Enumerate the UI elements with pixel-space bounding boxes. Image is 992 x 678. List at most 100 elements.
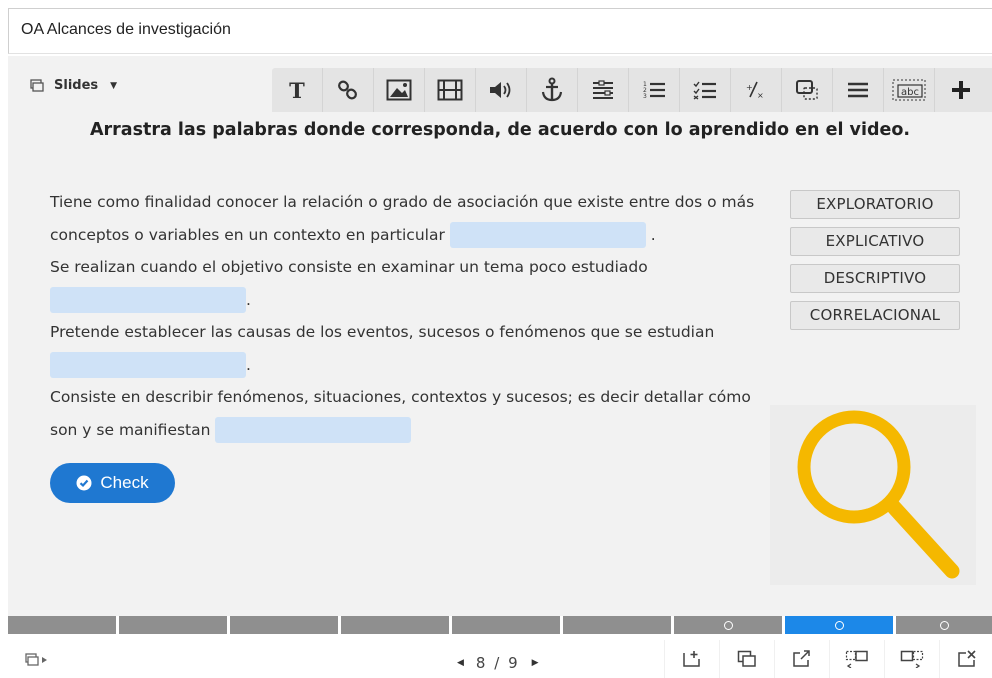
previous-page-icon[interactable]: ◀ xyxy=(457,658,464,668)
progress-segment[interactable] xyxy=(452,616,560,634)
delete-slide-button[interactable] xyxy=(939,640,992,678)
drop-zone[interactable] xyxy=(449,222,646,248)
total-pages: 9 xyxy=(508,654,520,672)
statement-item: Pretende establecer las causas de los ev… xyxy=(50,316,780,381)
progress-segment[interactable] xyxy=(8,616,116,634)
insert-text-tool[interactable]: T xyxy=(272,68,323,112)
statement-item: Tiene como finalidad conocer la relación… xyxy=(50,186,780,251)
video-icon xyxy=(437,79,463,101)
export-slide-button[interactable] xyxy=(774,640,829,678)
audio-icon xyxy=(490,82,511,98)
anchor-icon xyxy=(541,77,563,102)
checklist-icon xyxy=(693,81,716,100)
statement-item: Consiste en describir fenómenos, situaci… xyxy=(50,381,780,446)
insert-image-tool[interactable] xyxy=(374,68,425,112)
insert-audio-tool[interactable] xyxy=(476,68,527,112)
list-icon xyxy=(848,82,868,98)
duplicate-icon xyxy=(737,650,756,667)
progress-segment[interactable] xyxy=(896,616,992,634)
circle-icon xyxy=(723,620,733,630)
check-circle-icon xyxy=(76,475,92,491)
progress-segment[interactable] xyxy=(674,616,782,634)
insert-list-tool[interactable] xyxy=(833,68,884,112)
caret-right-icon xyxy=(42,656,47,663)
next-page-icon[interactable]: ▶ xyxy=(532,658,539,668)
progress-segment[interactable] xyxy=(119,616,227,634)
svg-text:3: 3 xyxy=(643,93,647,100)
slide-actions xyxy=(664,640,992,678)
chevron-down-icon: ▼ xyxy=(110,80,118,91)
image-icon xyxy=(386,79,412,101)
drop-zone[interactable] xyxy=(50,352,246,378)
slide-progress-bar xyxy=(8,616,992,634)
statement-text: Se realizan cuando el objetivo consiste … xyxy=(50,258,648,276)
draggable-word[interactable]: DESCRIPTIVO xyxy=(790,264,960,293)
form-icon xyxy=(593,80,613,99)
window-title-bar: OA Alcances de investigación xyxy=(8,8,992,54)
delete-slide-icon xyxy=(958,650,976,667)
svg-text:abc: abc xyxy=(901,87,919,98)
drop-zone[interactable] xyxy=(215,417,412,443)
draggable-word[interactable]: EXPLICATIVO xyxy=(790,227,960,256)
editor-toolbar: T 123 + × abc xyxy=(272,68,992,112)
slides-icon xyxy=(30,79,44,92)
page-indicator: 8 / 9 xyxy=(476,654,520,672)
progress-segment[interactable] xyxy=(341,616,449,634)
move-right-icon xyxy=(900,650,924,668)
insert-ordered-list-tool[interactable]: 123 xyxy=(629,68,680,112)
statement-suffix: . xyxy=(246,355,251,374)
word-bank: EXPLORATORIO EXPLICATIVO DESCRIPTIVO COR… xyxy=(790,190,960,338)
progress-segment[interactable] xyxy=(563,616,671,634)
insert-video-tool[interactable] xyxy=(425,68,476,112)
selection-icon xyxy=(796,80,818,100)
move-left-icon xyxy=(845,650,868,668)
fill-blank-icon: abc xyxy=(892,79,926,101)
draggable-word[interactable]: EXPLORATORIO xyxy=(790,190,960,219)
page-navigator: ◀ 8 / 9 ▶ xyxy=(457,654,539,672)
draggable-word[interactable]: CORRELACIONAL xyxy=(790,301,960,330)
drop-zone[interactable] xyxy=(50,287,246,313)
activity-instruction: Arrastra las palabras donde corresponda,… xyxy=(89,120,911,140)
page-separator: / xyxy=(494,654,502,672)
add-slide-button[interactable] xyxy=(664,640,719,678)
insert-fill-blank-tool[interactable]: abc xyxy=(884,68,935,112)
progress-segment-active[interactable] xyxy=(785,616,893,634)
insert-fraction-tool[interactable]: + × xyxy=(731,68,782,112)
svg-text:T: T xyxy=(289,79,305,101)
check-button-label: Check xyxy=(100,473,149,492)
slides-icon xyxy=(25,653,39,666)
magnifier-illustration xyxy=(770,405,976,585)
current-page: 8 xyxy=(475,654,488,672)
circle-icon xyxy=(834,620,844,630)
insert-selection-tool[interactable] xyxy=(782,68,833,112)
statement-item: Se realizan cuando el objetivo consiste … xyxy=(50,251,780,316)
duplicate-slide-button[interactable] xyxy=(719,640,774,678)
insert-anchor-tool[interactable] xyxy=(527,68,578,112)
circle-icon xyxy=(939,620,949,630)
slides-menu-button[interactable]: Slides ▼ xyxy=(30,78,117,93)
statement-suffix: . xyxy=(246,290,251,309)
progress-segment[interactable] xyxy=(230,616,338,634)
export-icon xyxy=(793,650,810,667)
ordered-list-icon: 123 xyxy=(643,81,665,100)
slides-menu-label: Slides xyxy=(54,78,99,93)
move-slide-left-button[interactable] xyxy=(829,640,884,678)
move-slide-right-button[interactable] xyxy=(884,640,939,678)
slides-overview-button[interactable] xyxy=(25,653,47,666)
statements-block: Tiene como finalidad conocer la relación… xyxy=(50,186,780,446)
link-icon xyxy=(338,80,357,100)
add-element-tool[interactable] xyxy=(935,68,986,112)
svg-text:×: × xyxy=(757,91,764,100)
statement-text: Tiene como finalidad conocer la relación… xyxy=(50,193,755,244)
plus-icon xyxy=(951,81,970,99)
insert-checklist-tool[interactable] xyxy=(680,68,731,112)
magnifying-glass-icon xyxy=(797,410,960,579)
insert-link-tool[interactable] xyxy=(323,68,374,112)
window-title: OA Alcances de investigación xyxy=(21,21,231,38)
statement-suffix: . xyxy=(650,225,656,244)
insert-form-tool[interactable] xyxy=(578,68,629,112)
fraction-icon: +× xyxy=(746,81,764,100)
check-button[interactable]: Check xyxy=(50,463,175,503)
add-slide-icon xyxy=(683,651,700,667)
statement-text: Pretende establecer las causas de los ev… xyxy=(50,323,715,341)
